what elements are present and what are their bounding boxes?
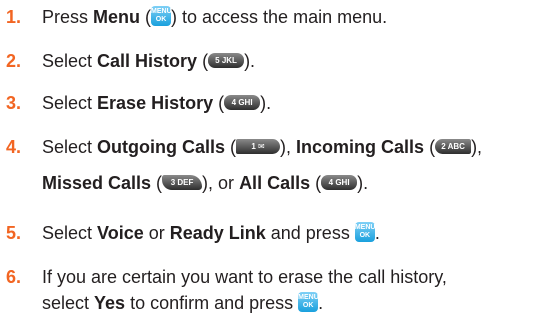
step-4: 4. Select Outgoing Calls (1 ✉), Incoming… <box>0 136 540 200</box>
step-text-line-1: Select Outgoing Calls (1 ✉), Incoming Ca… <box>42 136 482 158</box>
text: to confirm and press <box>125 293 299 313</box>
option-label: Yes <box>94 293 126 313</box>
text: ). <box>260 93 272 113</box>
text: or <box>143 223 170 243</box>
key-3-icon: 3 DEF <box>162 174 203 190</box>
menu-label: Call History <box>97 51 198 71</box>
step-number: 2. <box>6 51 22 71</box>
text: Press <box>42 7 94 27</box>
text: ). <box>357 173 369 193</box>
text: ), <box>471 137 483 157</box>
key-label: MENU <box>354 224 376 232</box>
menu-label: Erase History <box>97 93 214 113</box>
step-text-line-1: If you are certain you want to erase the… <box>42 267 447 287</box>
step-text: Select Erase History (4 GHI). <box>42 92 271 114</box>
key-label: OK <box>359 232 371 240</box>
key-label: MENU <box>298 294 319 302</box>
text: Select <box>42 51 98 71</box>
menu-ok-key-icon: MENU OK <box>151 6 172 27</box>
step-text: Press Menu (MENU OK) to access the main m… <box>42 6 387 28</box>
step-number: 6. <box>6 267 22 287</box>
step-6: 6. If you are certain you want to erase … <box>0 266 540 316</box>
text: ( <box>225 137 237 157</box>
instruction-steps: 1. Press Menu (MENU OK) to access the mai… <box>0 0 540 317</box>
step-number: 4. <box>6 137 22 157</box>
text: . <box>318 293 324 313</box>
text: and press <box>265 223 355 243</box>
step-number: 3. <box>6 93 22 113</box>
menu-label: Outgoing Calls <box>97 137 226 157</box>
text: ), <box>280 137 297 157</box>
option-label: Voice <box>97 223 144 243</box>
key-4-icon: 4 GHI <box>321 174 358 190</box>
text: ), or <box>202 173 240 193</box>
menu-ok-key-icon: MENU OK <box>298 292 319 313</box>
text: ( <box>424 137 436 157</box>
menu-label: Missed Calls <box>42 173 152 193</box>
step-text-line-2: select Yes to confirm and press MENU OK. <box>42 292 323 314</box>
text: ( <box>140 7 152 27</box>
step-number: 5. <box>6 223 22 243</box>
text: ). <box>244 51 256 71</box>
menu-label: Menu <box>93 7 141 27</box>
step-text: Select Call History (5 JKL). <box>42 50 255 72</box>
text: ( <box>197 51 209 71</box>
step-text: Select Voice or Ready Link and press MEN… <box>42 222 380 244</box>
text: Select <box>42 137 98 157</box>
key-4-icon: 4 GHI <box>224 94 261 110</box>
option-label: Ready Link <box>169 223 266 243</box>
menu-label: All Calls <box>239 173 311 193</box>
text: ( <box>213 93 225 113</box>
text: ( <box>151 173 163 193</box>
key-label: OK <box>302 302 314 310</box>
text: select <box>42 293 95 313</box>
text: ( <box>310 173 322 193</box>
menu-ok-key-icon: MENU OK <box>354 222 376 243</box>
key-label: OK <box>155 16 167 24</box>
menu-label: Incoming Calls <box>296 137 425 157</box>
key-5-icon: 5 JKL <box>208 52 245 68</box>
step-number: 1. <box>6 7 22 27</box>
key-1-icon: 1 ✉ <box>236 138 281 154</box>
text: . <box>374 223 380 243</box>
step-text-line-2: Missed Calls (3 DEF), or All Calls (4 GH… <box>42 172 368 194</box>
key-label: MENU <box>151 8 172 16</box>
text: Select <box>42 223 98 243</box>
text: Select <box>42 93 98 113</box>
text: ) to access the main menu. <box>171 7 388 27</box>
key-2-icon: 2 ABC <box>435 138 472 154</box>
